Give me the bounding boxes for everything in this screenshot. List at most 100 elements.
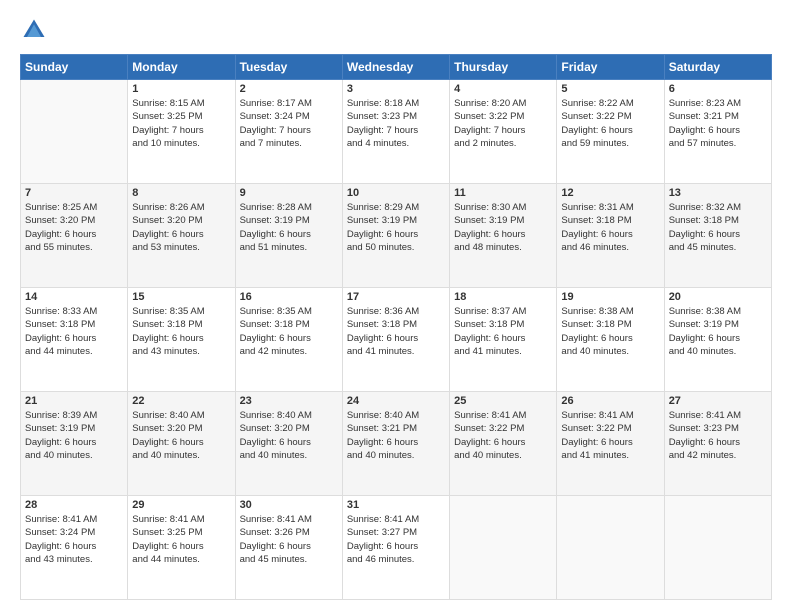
day-number: 8 <box>132 187 230 199</box>
day-number: 28 <box>25 499 123 511</box>
logo <box>20 16 52 44</box>
day-info: Sunrise: 8:38 AM Sunset: 3:18 PM Dayligh… <box>561 305 659 358</box>
day-info: Sunrise: 8:41 AM Sunset: 3:25 PM Dayligh… <box>132 513 230 566</box>
calendar-cell: 30 Sunrise: 8:41 AM Sunset: 3:26 PM Dayli… <box>235 496 342 600</box>
day-info: Sunrise: 8:41 AM Sunset: 3:22 PM Dayligh… <box>454 409 552 462</box>
day-number: 30 <box>240 499 338 511</box>
calendar-header-row: SundayMondayTuesdayWednesdayThursdayFrid… <box>21 55 772 80</box>
day-info: Sunrise: 8:23 AM Sunset: 3:21 PM Dayligh… <box>669 97 767 150</box>
day-info: Sunrise: 8:35 AM Sunset: 3:18 PM Dayligh… <box>240 305 338 358</box>
day-info: Sunrise: 8:41 AM Sunset: 3:22 PM Dayligh… <box>561 409 659 462</box>
calendar-cell: 8 Sunrise: 8:26 AM Sunset: 3:20 PM Daylig… <box>128 184 235 288</box>
day-info: Sunrise: 8:39 AM Sunset: 3:19 PM Dayligh… <box>25 409 123 462</box>
calendar-cell: 10 Sunrise: 8:29 AM Sunset: 3:19 PM Dayli… <box>342 184 449 288</box>
day-number: 15 <box>132 291 230 303</box>
calendar-cell <box>557 496 664 600</box>
calendar-cell: 22 Sunrise: 8:40 AM Sunset: 3:20 PM Dayli… <box>128 392 235 496</box>
day-info: Sunrise: 8:41 AM Sunset: 3:24 PM Dayligh… <box>25 513 123 566</box>
calendar-cell: 15 Sunrise: 8:35 AM Sunset: 3:18 PM Dayli… <box>128 288 235 392</box>
calendar-cell: 31 Sunrise: 8:41 AM Sunset: 3:27 PM Dayli… <box>342 496 449 600</box>
day-number: 6 <box>669 83 767 95</box>
calendar-cell: 1Sunrise: 8:15 AM Sunset: 3:25 PM Daylig… <box>128 80 235 184</box>
page: SundayMondayTuesdayWednesdayThursdayFrid… <box>0 0 792 612</box>
calendar-cell: 12 Sunrise: 8:31 AM Sunset: 3:18 PM Dayli… <box>557 184 664 288</box>
day-info: Sunrise: 8:41 AM Sunset: 3:27 PM Dayligh… <box>347 513 445 566</box>
day-number: 11 <box>454 187 552 199</box>
calendar-cell: 24Sunrise: 8:40 AM Sunset: 3:21 PM Dayli… <box>342 392 449 496</box>
calendar-cell: 11 Sunrise: 8:30 AM Sunset: 3:19 PM Dayli… <box>450 184 557 288</box>
calendar-cell: 3 Sunrise: 8:18 AM Sunset: 3:23 PM Daylig… <box>342 80 449 184</box>
day-number: 31 <box>347 499 445 511</box>
week-row-3: 21Sunrise: 8:39 AM Sunset: 3:19 PM Dayli… <box>21 392 772 496</box>
calendar-cell <box>450 496 557 600</box>
calendar-cell: 19 Sunrise: 8:38 AM Sunset: 3:18 PM Dayli… <box>557 288 664 392</box>
header <box>20 16 772 44</box>
day-info: Sunrise: 8:35 AM Sunset: 3:18 PM Dayligh… <box>132 305 230 358</box>
day-number: 23 <box>240 395 338 407</box>
calendar-cell: 18 Sunrise: 8:37 AM Sunset: 3:18 PM Dayli… <box>450 288 557 392</box>
day-info: Sunrise: 8:40 AM Sunset: 3:21 PM Dayligh… <box>347 409 445 462</box>
day-number: 20 <box>669 291 767 303</box>
logo-icon <box>20 16 48 44</box>
day-number: 27 <box>669 395 767 407</box>
day-header-friday: Friday <box>557 55 664 80</box>
calendar-cell: 14 Sunrise: 8:33 AM Sunset: 3:18 PM Dayli… <box>21 288 128 392</box>
week-row-2: 14 Sunrise: 8:33 AM Sunset: 3:18 PM Dayli… <box>21 288 772 392</box>
day-info: Sunrise: 8:30 AM Sunset: 3:19 PM Dayligh… <box>454 201 552 254</box>
day-header-thursday: Thursday <box>450 55 557 80</box>
calendar-cell <box>664 496 771 600</box>
calendar-cell: 5 Sunrise: 8:22 AM Sunset: 3:22 PM Daylig… <box>557 80 664 184</box>
calendar-cell: 6 Sunrise: 8:23 AM Sunset: 3:21 PM Daylig… <box>664 80 771 184</box>
day-number: 25 <box>454 395 552 407</box>
calendar-cell: 16Sunrise: 8:35 AM Sunset: 3:18 PM Dayli… <box>235 288 342 392</box>
calendar-cell: 4 Sunrise: 8:20 AM Sunset: 3:22 PM Daylig… <box>450 80 557 184</box>
calendar-cell: 23 Sunrise: 8:40 AM Sunset: 3:20 PM Dayli… <box>235 392 342 496</box>
day-info: Sunrise: 8:33 AM Sunset: 3:18 PM Dayligh… <box>25 305 123 358</box>
day-number: 5 <box>561 83 659 95</box>
day-number: 7 <box>25 187 123 199</box>
day-header-saturday: Saturday <box>664 55 771 80</box>
day-info: Sunrise: 8:31 AM Sunset: 3:18 PM Dayligh… <box>561 201 659 254</box>
day-info: Sunrise: 8:38 AM Sunset: 3:19 PM Dayligh… <box>669 305 767 358</box>
day-info: Sunrise: 8:41 AM Sunset: 3:26 PM Dayligh… <box>240 513 338 566</box>
day-number: 14 <box>25 291 123 303</box>
day-info: Sunrise: 8:29 AM Sunset: 3:19 PM Dayligh… <box>347 201 445 254</box>
day-number: 29 <box>132 499 230 511</box>
calendar-cell: 25 Sunrise: 8:41 AM Sunset: 3:22 PM Dayli… <box>450 392 557 496</box>
day-info: Sunrise: 8:36 AM Sunset: 3:18 PM Dayligh… <box>347 305 445 358</box>
day-number: 10 <box>347 187 445 199</box>
day-info: Sunrise: 8:20 AM Sunset: 3:22 PM Dayligh… <box>454 97 552 150</box>
day-number: 12 <box>561 187 659 199</box>
day-info: Sunrise: 8:26 AM Sunset: 3:20 PM Dayligh… <box>132 201 230 254</box>
day-number: 19 <box>561 291 659 303</box>
day-number: 17 <box>347 291 445 303</box>
day-header-monday: Monday <box>128 55 235 80</box>
day-header-sunday: Sunday <box>21 55 128 80</box>
day-info: Sunrise: 8:41 AM Sunset: 3:23 PM Dayligh… <box>669 409 767 462</box>
day-info: Sunrise: 8:40 AM Sunset: 3:20 PM Dayligh… <box>240 409 338 462</box>
day-info: Sunrise: 8:17 AM Sunset: 3:24 PM Dayligh… <box>240 97 338 150</box>
calendar-cell: 21Sunrise: 8:39 AM Sunset: 3:19 PM Dayli… <box>21 392 128 496</box>
day-info: Sunrise: 8:32 AM Sunset: 3:18 PM Dayligh… <box>669 201 767 254</box>
day-info: Sunrise: 8:15 AM Sunset: 3:25 PM Dayligh… <box>132 97 230 150</box>
day-number: 2 <box>240 83 338 95</box>
calendar-cell: 28 Sunrise: 8:41 AM Sunset: 3:24 PM Dayli… <box>21 496 128 600</box>
day-info: Sunrise: 8:40 AM Sunset: 3:20 PM Dayligh… <box>132 409 230 462</box>
day-number: 3 <box>347 83 445 95</box>
day-number: 22 <box>132 395 230 407</box>
day-info: Sunrise: 8:37 AM Sunset: 3:18 PM Dayligh… <box>454 305 552 358</box>
day-number: 9 <box>240 187 338 199</box>
calendar-cell: 13Sunrise: 8:32 AM Sunset: 3:18 PM Dayli… <box>664 184 771 288</box>
day-info: Sunrise: 8:22 AM Sunset: 3:22 PM Dayligh… <box>561 97 659 150</box>
day-number: 26 <box>561 395 659 407</box>
day-number: 18 <box>454 291 552 303</box>
calendar-cell: 29 Sunrise: 8:41 AM Sunset: 3:25 PM Dayli… <box>128 496 235 600</box>
day-info: Sunrise: 8:18 AM Sunset: 3:23 PM Dayligh… <box>347 97 445 150</box>
day-header-wednesday: Wednesday <box>342 55 449 80</box>
day-number: 4 <box>454 83 552 95</box>
calendar-table: SundayMondayTuesdayWednesdayThursdayFrid… <box>20 54 772 600</box>
day-info: Sunrise: 8:25 AM Sunset: 3:20 PM Dayligh… <box>25 201 123 254</box>
calendar-cell: 27 Sunrise: 8:41 AM Sunset: 3:23 PM Dayli… <box>664 392 771 496</box>
calendar-cell <box>21 80 128 184</box>
calendar-cell: 26 Sunrise: 8:41 AM Sunset: 3:22 PM Dayli… <box>557 392 664 496</box>
